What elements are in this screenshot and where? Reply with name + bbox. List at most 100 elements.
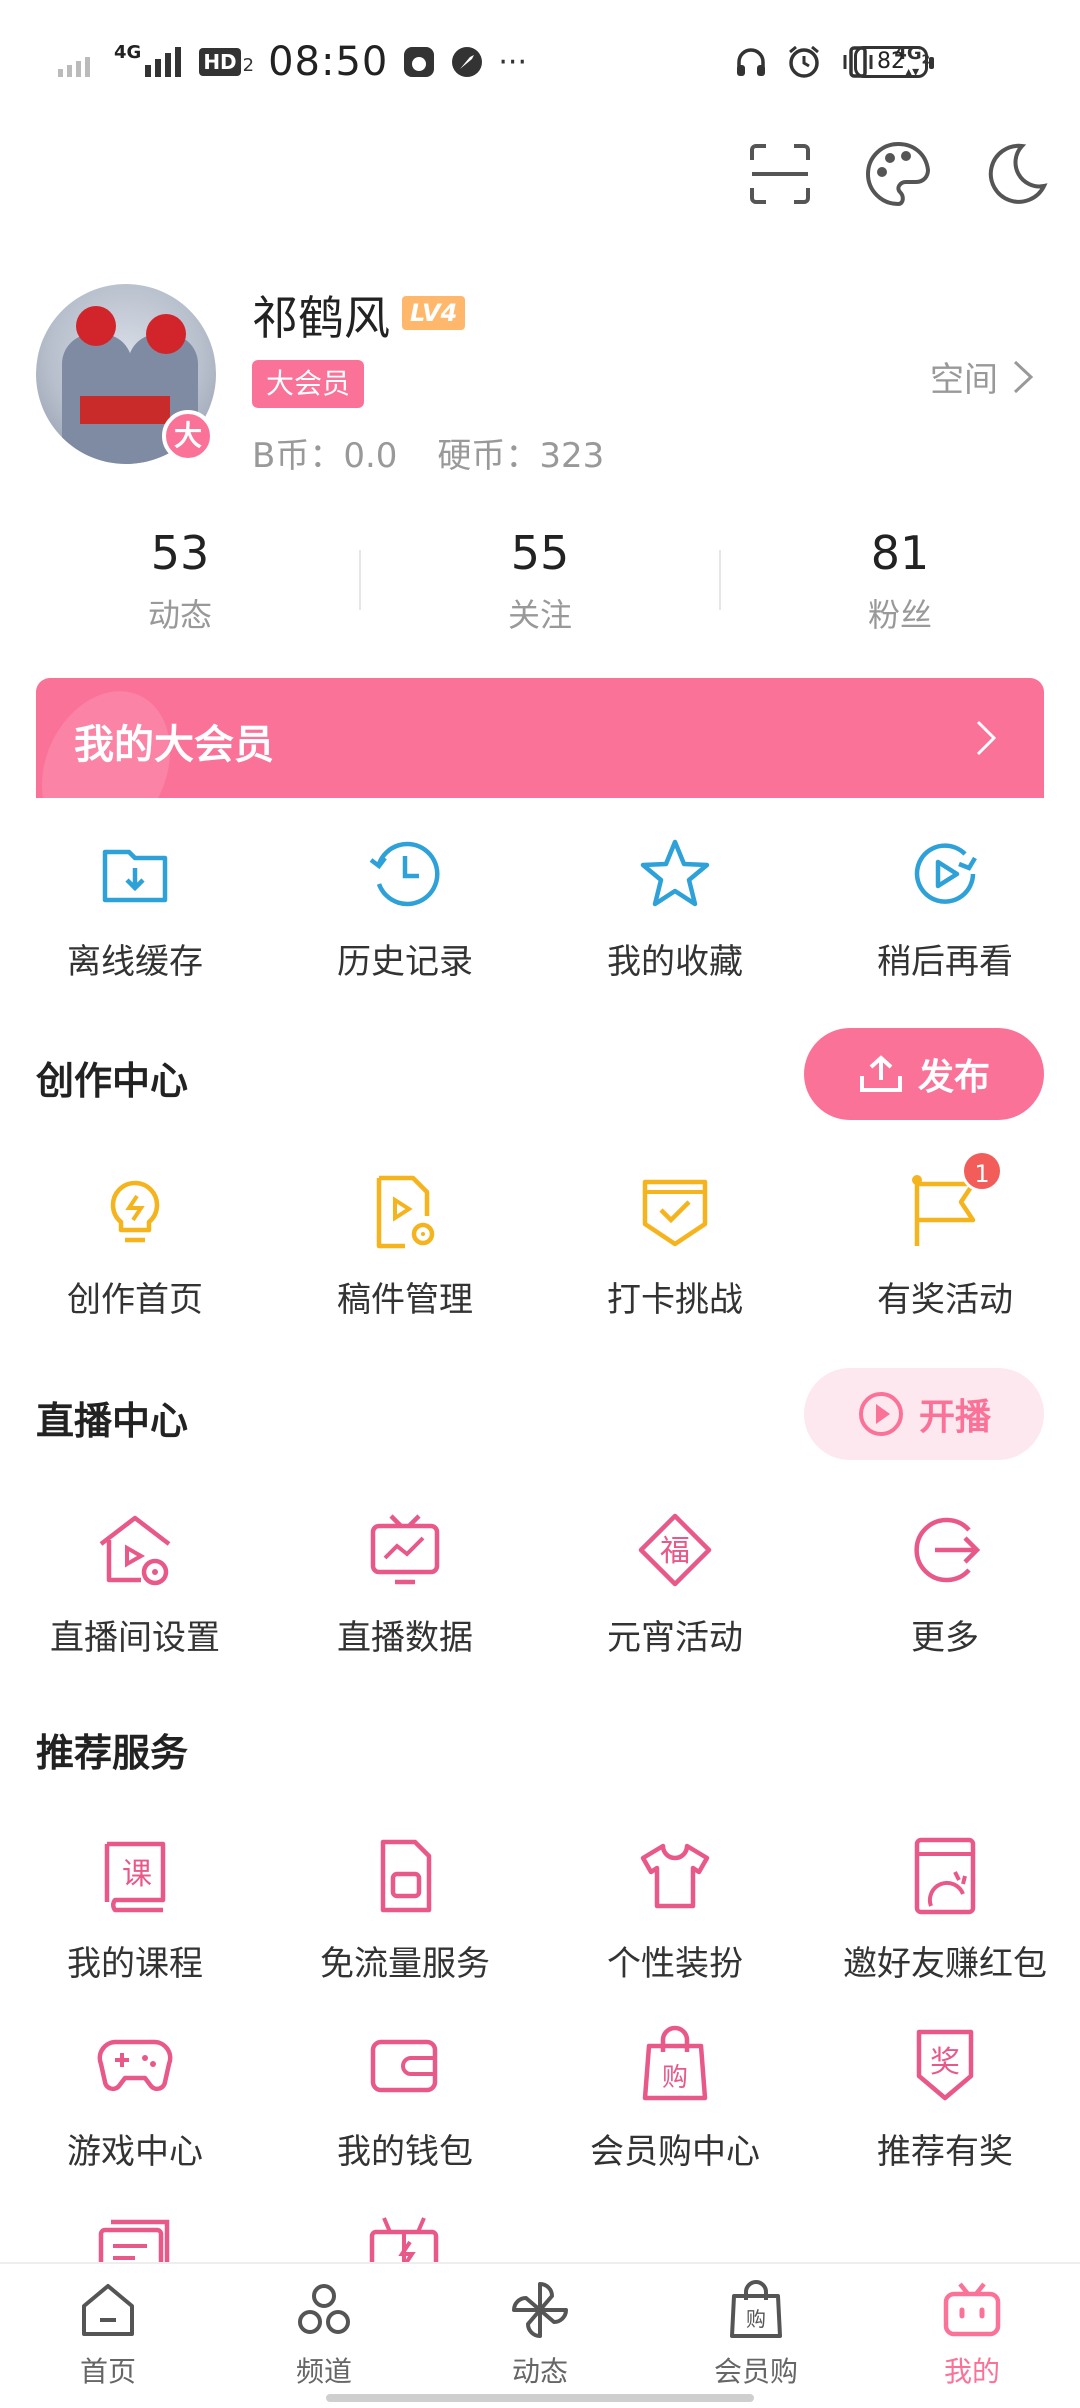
vip-avatar-badge: 大	[162, 410, 214, 462]
stat-label: 动态	[147, 596, 212, 634]
stat-value: 55	[510, 526, 570, 580]
lightbulb-icon	[110, 1180, 160, 1243]
coin-balances: B币：0.0 硬币：323	[252, 428, 604, 477]
status-bar: 4G HD 2 08:50 ··· 4G2 ▴▾ 82	[0, 0, 1080, 120]
gallery-icon	[404, 47, 435, 77]
lantern-festival-activity[interactable]: 福 元宵活动	[540, 1510, 810, 1659]
chevron-right-icon	[976, 720, 997, 756]
start-live-button[interactable]: 开播	[804, 1368, 1044, 1460]
stat-followers[interactable]: 81 粉丝	[720, 520, 1080, 640]
publish-label: 发布	[917, 1057, 990, 1098]
stat-following[interactable]: 55 关注	[360, 520, 720, 640]
shopping-bag-icon: 购	[642, 2025, 708, 2101]
nav-mine[interactable]: 我的	[864, 2264, 1080, 2408]
night-mode-icon[interactable]	[982, 140, 1050, 208]
notification-badge: 1	[961, 1150, 1003, 1192]
svg-text:购: 购	[662, 2063, 688, 2093]
gesture-home-bar[interactable]	[326, 2394, 754, 2402]
windmill-icon	[512, 2282, 568, 2338]
compass-icon	[452, 47, 483, 77]
stat-value: 53	[150, 526, 210, 580]
game-center[interactable]: 游戏中心	[0, 2024, 270, 2173]
palette-icon[interactable]	[864, 140, 932, 208]
service-label: 推荐有奖	[877, 2132, 1013, 2172]
clock: 08:50	[268, 39, 389, 85]
free-data-service[interactable]: 免流量服务	[270, 1836, 540, 1985]
quick-action-watch-later[interactable]: 稍后再看	[810, 834, 1080, 983]
course-icon: 课	[104, 1841, 166, 1913]
creation-label: 创作首页	[67, 1280, 203, 1320]
sim-card-icon	[380, 1839, 432, 1913]
creation-home[interactable]: 创作首页	[0, 1172, 270, 1321]
live-data-icon	[370, 1514, 440, 1585]
service-label: 免流量服务	[320, 1944, 490, 1984]
chevron-right-icon	[1013, 360, 1034, 393]
stat-label: 关注	[507, 596, 572, 634]
divider	[719, 550, 721, 610]
service-label: 游戏中心	[67, 2132, 203, 2172]
alarm-icon	[789, 45, 820, 78]
nav-home[interactable]: 首页	[0, 2264, 216, 2408]
level-badge: LV4	[402, 296, 466, 330]
personal-outfit[interactable]: 个性装扮	[540, 1836, 810, 1985]
invite-friends[interactable]: 邀好友赚红包	[810, 1836, 1080, 1985]
b-coin-balance: B币：0.0	[252, 436, 398, 476]
quick-actions: 离线缓存 历史记录 我的收藏 稍后再看	[0, 834, 1080, 983]
live-more[interactable]: 更多	[810, 1510, 1080, 1659]
home-icon	[82, 2284, 134, 2336]
live-items: 直播间设置 直播数据 福 元宵活动 更多	[0, 1510, 1080, 1659]
quick-action-label: 历史记录	[337, 942, 473, 982]
network-type: 4G	[114, 41, 142, 63]
channel-icon	[298, 2284, 350, 2334]
live-data[interactable]: 直播数据	[270, 1510, 540, 1659]
coin-balance: 硬币：323	[437, 436, 605, 476]
svg-text:奖: 奖	[930, 2045, 960, 2080]
nav-label: 我的	[943, 2355, 1000, 2388]
nav-label: 频道	[295, 2355, 352, 2388]
play-circle-icon	[858, 1392, 903, 1436]
divider	[359, 550, 361, 610]
services-row-1: 课 我的课程 免流量服务 个性装扮 邀好友赚红包	[0, 1836, 1080, 1985]
username[interactable]: 祁鹤风	[252, 282, 390, 348]
nav-channel[interactable]: 频道	[216, 2264, 432, 2408]
checkin-challenge[interactable]: 打卡挑战	[540, 1172, 810, 1321]
wallet-icon	[370, 2039, 438, 2093]
nav-label: 会员购	[713, 2355, 798, 2388]
status-left: 4G HD 2 08:50 ···	[58, 38, 527, 86]
history-clock-icon	[369, 841, 440, 907]
top-toolbar	[746, 140, 1050, 208]
space-link[interactable]: 空间	[930, 352, 1034, 401]
vip-tag[interactable]: 大会员	[252, 360, 365, 408]
battery-indicator: 82	[854, 46, 934, 78]
upload-icon	[859, 1055, 902, 1092]
headphones-icon	[737, 48, 766, 76]
svg-text:课: 课	[122, 1857, 152, 1892]
hd-indicator: HD 2	[199, 48, 254, 76]
vip-banner[interactable]: 我的大会员	[36, 678, 1044, 798]
svg-text:福: 福	[660, 1534, 690, 1569]
quick-action-label: 离线缓存	[67, 942, 203, 982]
reward-activities[interactable]: 1 有奖活动	[810, 1150, 1080, 1321]
download-folder-icon	[102, 849, 168, 903]
member-shop-center[interactable]: 购 会员购中心	[540, 2024, 810, 2173]
my-wallet[interactable]: 我的钱包	[270, 2024, 540, 2173]
publish-button[interactable]: 发布	[804, 1028, 1044, 1120]
live-room-settings[interactable]: 直播间设置	[0, 1510, 270, 1659]
recommend-reward[interactable]: 奖 推荐有奖	[810, 2024, 1080, 2173]
quick-action-favorites[interactable]: 我的收藏	[540, 834, 810, 983]
manuscript-management[interactable]: 稿件管理	[270, 1172, 540, 1321]
live-room-settings-icon	[99, 1515, 171, 1586]
creation-label: 有奖活动	[877, 1280, 1013, 1320]
quick-action-history[interactable]: 历史记录	[270, 834, 540, 983]
scan-icon[interactable]	[746, 140, 814, 208]
live-label: 直播间设置	[50, 1618, 220, 1658]
creation-label: 稿件管理	[337, 1280, 473, 1320]
stat-dynamics[interactable]: 53 动态	[0, 520, 360, 640]
quick-action-offline-cache[interactable]: 离线缓存	[0, 834, 270, 983]
nav-member-shop[interactable]: 购 会员购	[648, 2264, 864, 2408]
invite-icon	[914, 1837, 976, 1915]
my-courses[interactable]: 课 我的课程	[0, 1836, 270, 1985]
nav-label: 首页	[79, 2355, 136, 2388]
gamepad-icon	[97, 2039, 173, 2092]
nav-dynamic[interactable]: 动态	[432, 2264, 648, 2408]
